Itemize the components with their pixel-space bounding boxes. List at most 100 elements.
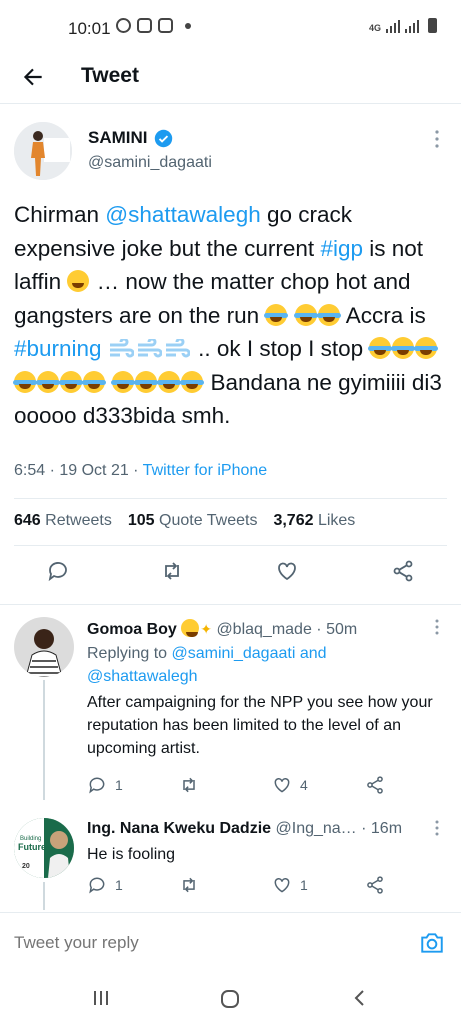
back-nav-icon[interactable]	[350, 988, 370, 1008]
avatar-number: 20	[22, 863, 30, 870]
like-count: 4	[300, 777, 308, 793]
tweet-actions	[0, 559, 461, 589]
quote-tweets-count: 105	[127, 512, 155, 529]
reply-more-options-icon[interactable]	[435, 619, 439, 635]
thread-line	[43, 680, 45, 800]
retweets-stat[interactable]: 646 Retweets	[14, 512, 112, 530]
replying-to: Replying to @samini_dagaati and @shattaw…	[87, 642, 327, 688]
reply-author-name[interactable]: Ing. Nana Kweku Dadzie	[87, 820, 271, 837]
reply-input[interactable]	[14, 933, 374, 953]
reply-retweet-button[interactable]	[179, 775, 207, 795]
tears-of-joy-emoji-icon	[82, 370, 106, 393]
wind-emoji-icon	[137, 339, 162, 358]
home-icon[interactable]	[219, 988, 241, 1010]
reply-retweet-button[interactable]	[179, 875, 207, 895]
status-right: 4G	[369, 18, 437, 33]
grinning-emoji-icon	[67, 270, 90, 292]
reply-share-button[interactable]	[365, 875, 385, 895]
back-arrow-icon[interactable]	[20, 64, 46, 90]
mention-link[interactable]: @shattawalegh	[105, 202, 260, 227]
tears-of-joy-emoji-icon	[134, 370, 159, 393]
camera-icon[interactable]	[419, 930, 445, 956]
likes-stat[interactable]: 3,762 Likes	[273, 512, 355, 530]
hashtag-igp-link[interactable]: #igp	[320, 236, 363, 261]
replying-mention[interactable]: @shattawalegh	[87, 668, 198, 685]
retweets-label: Retweets	[45, 512, 112, 529]
reply-compose-bar	[0, 912, 461, 972]
reply-time: 16m	[370, 820, 403, 837]
tears-of-joy-emoji-icon	[391, 337, 416, 359]
tears-of-joy-emoji-icon	[414, 337, 439, 359]
separator: ·	[311, 621, 327, 638]
retweet-icon	[183, 877, 195, 893]
separator: ·	[356, 820, 371, 837]
reply-avatar[interactable]	[14, 617, 74, 677]
likes-count: 3,762	[273, 512, 314, 529]
reply-author-handle[interactable]: @blaq_made	[216, 621, 311, 638]
wind-emoji-icon	[109, 339, 134, 358]
tears-of-joy-emoji-icon	[13, 370, 37, 393]
tears-of-joy-emoji-icon	[316, 303, 341, 326]
network-type: 4G	[368, 23, 381, 33]
likes-label: Likes	[317, 512, 356, 529]
share-icon[interactable]	[391, 559, 415, 583]
reply-like-button[interactable]: 4	[272, 775, 308, 795]
replying-and: and	[299, 645, 327, 662]
more-options-icon[interactable]	[435, 130, 439, 148]
calendar-icon	[158, 18, 173, 33]
reply-like-button[interactable]: 1	[272, 875, 308, 895]
whatsapp-icon	[116, 18, 131, 33]
verified-badge-icon	[154, 129, 172, 147]
sweat-smile-emoji-icon	[181, 619, 200, 637]
author-handle[interactable]: @samini_dagaati	[88, 154, 212, 172]
like-count: 1	[300, 877, 308, 893]
dizzy-emoji-icon: ✦	[200, 621, 212, 637]
author-name-row[interactable]: SAMINI	[88, 128, 173, 148]
tweet-text: Chirman @shattawalegh go crack expensive…	[13, 198, 454, 433]
reply-time: 50m	[326, 621, 358, 638]
reply-author-handle[interactable]: @Ing_na…	[276, 820, 357, 837]
reply-author-row: Gomoa Boy ✦ @blaq_made · 50m	[87, 619, 357, 639]
tears-of-joy-emoji-icon	[59, 370, 83, 393]
retweet-icon[interactable]	[160, 559, 184, 583]
reply-more-options-icon[interactable]	[435, 820, 439, 836]
divider	[14, 498, 447, 499]
status-time: 10:01	[68, 19, 111, 38]
thread-line	[43, 882, 45, 910]
retweets-count: 646	[14, 512, 41, 529]
divider	[14, 545, 447, 546]
tweet-text-part: Chirman	[14, 202, 106, 227]
more-notifications-dot	[185, 22, 191, 29]
replying-mention[interactable]: @samini_dagaati	[172, 645, 296, 662]
reply-text: After campaigning for the NPP you see ho…	[87, 694, 433, 757]
reply-author-name[interactable]: Gomoa Boy	[87, 621, 177, 638]
reply-icon	[89, 877, 105, 894]
tweet-source-link[interactable]: Twitter for iPhone	[143, 462, 268, 479]
like-heart-icon	[274, 877, 290, 893]
retweet-icon	[183, 777, 195, 793]
reply-reply-button[interactable]: 1	[87, 775, 123, 795]
status-bar: 10:01 4G	[0, 0, 461, 54]
reply-avatar[interactable]: Building Future 20	[14, 818, 74, 878]
recent-apps-icon[interactable]	[91, 988, 111, 1008]
quote-tweets-stat[interactable]: 105 Quote Tweets	[128, 512, 258, 530]
wind-emoji-icon	[165, 339, 190, 358]
like-heart-icon[interactable]	[275, 559, 299, 583]
notification-icons	[116, 18, 191, 33]
tears-of-joy-emoji-icon	[293, 303, 318, 326]
reply-share-button[interactable]	[365, 775, 385, 795]
tweet-date: 19 Oct 21	[59, 462, 129, 479]
reply-reply-button[interactable]: 1	[87, 875, 123, 895]
reply-icon[interactable]	[46, 559, 70, 583]
tweet-text-part: Accra is	[340, 302, 426, 328]
page-title: Tweet	[81, 64, 139, 87]
system-nav-bar	[0, 972, 461, 1024]
reply-author-row: Ing. Nana Kweku Dadzie @Ing_na… · 16m	[87, 820, 402, 838]
quote-tweets-label: Quote Tweets	[159, 512, 258, 529]
tears-of-joy-emoji-icon	[264, 303, 289, 326]
reply-actions: 1 1	[87, 875, 447, 897]
avatar-text-future: Future	[18, 842, 46, 852]
author-avatar[interactable]	[14, 122, 72, 180]
hashtag-burning-link[interactable]: #burning	[14, 336, 102, 361]
tears-of-joy-emoji-icon	[36, 370, 60, 393]
